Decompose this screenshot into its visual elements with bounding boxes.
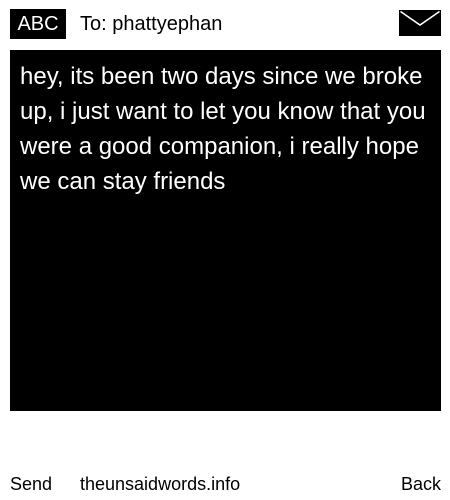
softkey-bar: Send theunsaidwords.info Back	[0, 470, 450, 498]
site-url-label: theunsaidwords.info	[80, 474, 241, 494]
input-mode-badge[interactable]: ABC	[10, 9, 66, 39]
compose-header: ABC To: phattyephan	[0, 0, 450, 46]
envelope-icon	[399, 10, 441, 36]
send-button[interactable]: Send	[10, 470, 52, 498]
message-body[interactable]: hey, its been two days since we broke up…	[10, 50, 441, 411]
recipient-field[interactable]: To: phattyephan	[80, 9, 222, 39]
message-text: hey, its been two days since we broke up…	[20, 63, 426, 195]
back-button[interactable]: Back	[401, 470, 441, 498]
